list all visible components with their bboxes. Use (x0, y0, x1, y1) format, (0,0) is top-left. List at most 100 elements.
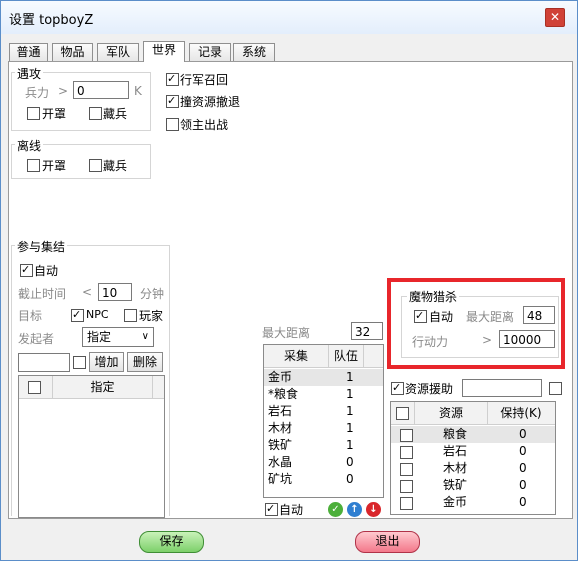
initiator-name-input[interactable] (18, 353, 70, 372)
march-recall-label: 行军召回 (180, 73, 229, 87)
tab-records[interactable]: 记录 (189, 43, 231, 61)
initiator-list-col-name: 指定 (53, 376, 153, 398)
resource-aid-list[interactable]: 资源 保持(K) 粮食 0 岩石 0 木材 0 铁矿 0 金币 0 (390, 401, 556, 515)
tab-army[interactable]: 军队 (97, 43, 139, 61)
lord-out-checkbox[interactable] (166, 118, 179, 131)
resource-aid-row-name: 岩石 (443, 444, 468, 458)
offline-group-title: 离线 (15, 137, 44, 154)
gather-row-count: 1 (346, 370, 354, 384)
initiator-list-select-all[interactable] (28, 381, 41, 394)
resource-aid-target-checkbox[interactable] (549, 382, 562, 395)
resource-aid-row-checkbox[interactable] (400, 480, 413, 493)
gather-row[interactable]: *粮食 1 (264, 386, 383, 403)
initiator-checkbox[interactable] (73, 356, 86, 369)
resource-aid-row-name: 金币 (443, 495, 468, 509)
gather-row-name: 岩石 (268, 404, 293, 418)
encounter-open-cover-checkbox[interactable] (27, 107, 40, 120)
resource-aid-row-checkbox[interactable] (400, 463, 413, 476)
gather-row-count: 1 (346, 387, 354, 401)
player-label: 玩家 (139, 309, 164, 323)
save-button[interactable]: 保存 (139, 531, 204, 553)
gather-row[interactable]: 水晶 0 (264, 454, 383, 471)
initiator-list-select-col (19, 376, 53, 398)
resource-retreat-checkbox[interactable] (166, 95, 179, 108)
rally-auto-label: 自动 (34, 264, 59, 278)
resource-aid-label: 资源援助 (405, 382, 454, 396)
gather-row-count: 1 (346, 404, 354, 418)
resource-aid-row-name: 铁矿 (443, 478, 468, 492)
resource-aid-row-keep: 0 (519, 444, 527, 458)
initiator-list-header: 指定 (19, 376, 164, 399)
gather-row-count: 0 (346, 472, 354, 486)
resource-retreat-label: 撞资源撤退 (180, 95, 241, 109)
initiator-select[interactable]: 指定 ∨ (82, 327, 154, 347)
resource-aid-select-col (391, 402, 415, 424)
tab-system[interactable]: 系统 (233, 43, 275, 61)
gather-col-team: 队伍 (329, 345, 364, 367)
gather-max-distance-input[interactable]: 32 (351, 322, 383, 340)
check-icon[interactable]: ✓ (328, 502, 343, 517)
encounter-open-cover-label: 开罩 (42, 107, 67, 121)
resource-aid-row-keep: 0 (519, 461, 527, 475)
resource-aid-select-all[interactable] (396, 407, 409, 420)
close-icon[interactable]: ✕ (545, 8, 565, 27)
gather-row-count: 1 (346, 421, 354, 435)
gather-row-name: 矿坑 (268, 472, 293, 486)
gather-list[interactable]: 采集 队伍 金币 1 *粮食 1 岩石 1 木材 1 铁矿 1 水晶 0 矿坑 … (263, 344, 384, 498)
deadline-input[interactable]: 10 (98, 283, 132, 301)
resource-aid-input[interactable] (462, 379, 542, 397)
resource-aid-row[interactable]: 铁矿 0 (391, 477, 555, 494)
delete-button[interactable]: 删除 (127, 352, 163, 372)
troops-unit-label: K (134, 84, 142, 98)
tab-general[interactable]: 普通 (9, 43, 48, 61)
resource-aid-checkbox[interactable] (391, 382, 404, 395)
gather-auto-checkbox[interactable] (265, 503, 278, 516)
troops-input[interactable]: 0 (73, 81, 129, 99)
down-arrow-icon[interactable]: ↓ (366, 502, 381, 517)
resource-aid-row[interactable]: 岩石 0 (391, 443, 555, 460)
title-bar: 设置 topboyZ ✕ (1, 1, 577, 34)
resource-aid-row-checkbox[interactable] (400, 429, 413, 442)
resource-aid-row-checkbox[interactable] (400, 497, 413, 510)
npc-checkbox[interactable] (71, 309, 84, 322)
tab-world[interactable]: 世界 (143, 41, 185, 62)
resource-aid-row-keep: 0 (519, 478, 527, 492)
resource-aid-row[interactable]: 金币 0 (391, 494, 555, 511)
offline-open-cover-checkbox[interactable] (27, 159, 40, 172)
troops-label: 兵力 (25, 86, 50, 100)
resource-aid-row-name: 粮食 (443, 427, 468, 441)
gather-row[interactable]: 铁矿 1 (264, 437, 383, 454)
target-label: 目标 (18, 309, 43, 323)
initiator-list[interactable]: 指定 (18, 375, 165, 518)
gather-row[interactable]: 岩石 1 (264, 403, 383, 420)
resource-aid-list-header: 资源 保持(K) (391, 402, 555, 425)
monster-hunt-highlight-box (387, 278, 565, 369)
gather-row[interactable]: 木材 1 (264, 420, 383, 437)
gather-row-count: 0 (346, 455, 354, 469)
gather-row[interactable]: 矿坑 0 (264, 471, 383, 488)
resource-aid-row-keep: 0 (519, 495, 527, 509)
add-button[interactable]: 增加 (89, 352, 124, 372)
gather-row[interactable]: 金币 1 (264, 369, 383, 386)
rally-group-title: 参与集结 (15, 238, 68, 255)
resource-aid-row-checkbox[interactable] (400, 446, 413, 459)
minutes-label: 分钟 (140, 287, 165, 301)
offline-hide-troops-label: 藏兵 (103, 159, 128, 173)
march-recall-checkbox[interactable] (166, 73, 179, 86)
tab-items[interactable]: 物品 (52, 43, 93, 61)
npc-label: NPC (86, 308, 109, 321)
troops-gt-label: > (58, 84, 69, 98)
up-arrow-icon[interactable]: ↑ (347, 502, 362, 517)
encounter-hide-troops-checkbox[interactable] (89, 107, 102, 120)
resource-aid-row[interactable]: 粮食 0 (391, 426, 555, 443)
offline-hide-troops-checkbox[interactable] (89, 159, 102, 172)
resource-aid-row[interactable]: 木材 0 (391, 460, 555, 477)
player-checkbox[interactable] (124, 309, 137, 322)
chevron-down-icon: ∨ (141, 331, 149, 342)
exit-button[interactable]: 退出 (355, 531, 420, 553)
window-title: 设置 topboyZ (9, 13, 94, 28)
settings-window: 设置 topboyZ ✕ 普通 物品 军队 世界 记录 系统 遇攻 兵力 > 0… (0, 0, 578, 561)
gather-row-count: 1 (346, 438, 354, 452)
gather-col-type: 采集 (264, 345, 329, 367)
rally-auto-checkbox[interactable] (20, 264, 33, 277)
